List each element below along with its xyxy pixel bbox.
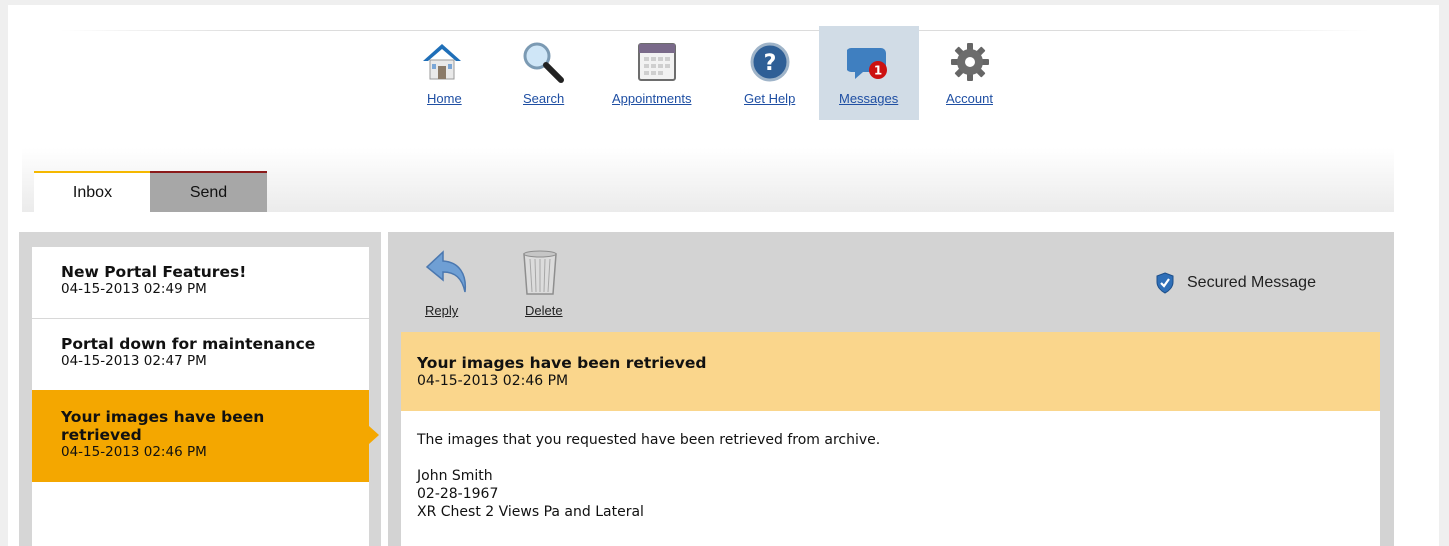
house-icon: [423, 44, 461, 80]
help-icon: ?: [750, 42, 790, 82]
nav-label-account[interactable]: Account: [946, 91, 993, 106]
message-body: The images that you requested have been …: [401, 411, 1380, 546]
message-title: Portal down for maintenance: [61, 335, 316, 353]
reply-arrow-icon: [425, 250, 467, 293]
secured-message-label: Secured Message: [1187, 274, 1316, 291]
list-divider: [32, 318, 369, 319]
secured-message-indicator: Secured Message: [1155, 272, 1316, 294]
nav-label-search[interactable]: Search: [523, 91, 564, 106]
svg-text:?: ?: [764, 51, 777, 76]
patient-dob: 02-28-1967: [417, 486, 499, 502]
trash-can-icon: [523, 250, 557, 295]
message-title-line1: Your images have been: [61, 408, 265, 426]
message-date: 04-15-2013 02:47 PM: [61, 353, 207, 369]
patient-name: John Smith: [417, 468, 493, 484]
message-view-title: Your images have been retrieved: [417, 354, 707, 372]
nav-top-divider: [60, 30, 1370, 31]
message-date: 04-15-2013 02:49 PM: [61, 281, 207, 297]
message-header: Your images have been retrieved 04-15-20…: [401, 332, 1380, 411]
list-item[interactable]: Portal down for maintenance 04-15-2013 0…: [32, 335, 369, 391]
message-title: New Portal Features!: [61, 263, 247, 281]
list-item-selected[interactable]: Your images have been retrieved 04-15-20…: [32, 390, 369, 482]
list-item[interactable]: New Portal Features! 04-15-2013 02:49 PM: [32, 263, 369, 319]
tab-inbox[interactable]: Inbox: [34, 171, 151, 212]
delete-label[interactable]: Delete: [525, 303, 563, 318]
message-body-text: The images that you requested have been …: [417, 432, 881, 448]
shield-check-icon: [1156, 272, 1174, 294]
message-view-date: 04-15-2013 02:46 PM: [417, 373, 569, 389]
magnifier-icon: [523, 42, 564, 83]
chat-bubble-icon: 1: [847, 48, 887, 79]
tab-send[interactable]: Send: [150, 171, 267, 212]
messages-badge-count: 1: [874, 64, 882, 78]
message-list: New Portal Features! 04-15-2013 02:49 PM…: [32, 247, 369, 546]
nav-label-messages[interactable]: Messages: [839, 91, 898, 106]
delete-button[interactable]: Delete: [514, 250, 566, 326]
message-date: 04-15-2013 02:46 PM: [61, 444, 207, 460]
reply-label[interactable]: Reply: [425, 303, 458, 318]
nav-label-appointments[interactable]: Appointments: [612, 91, 692, 106]
gear-icon: [951, 43, 989, 81]
nav-label-get-help[interactable]: Get Help: [744, 91, 795, 106]
message-title-line2: retrieved: [61, 426, 142, 444]
selected-item-pointer: [369, 426, 379, 444]
nav-label-home[interactable]: Home: [427, 91, 462, 106]
reply-button[interactable]: Reply: [421, 250, 473, 326]
exam-description: XR Chest 2 Views Pa and Lateral: [417, 504, 644, 520]
calendar-icon: [638, 43, 676, 81]
